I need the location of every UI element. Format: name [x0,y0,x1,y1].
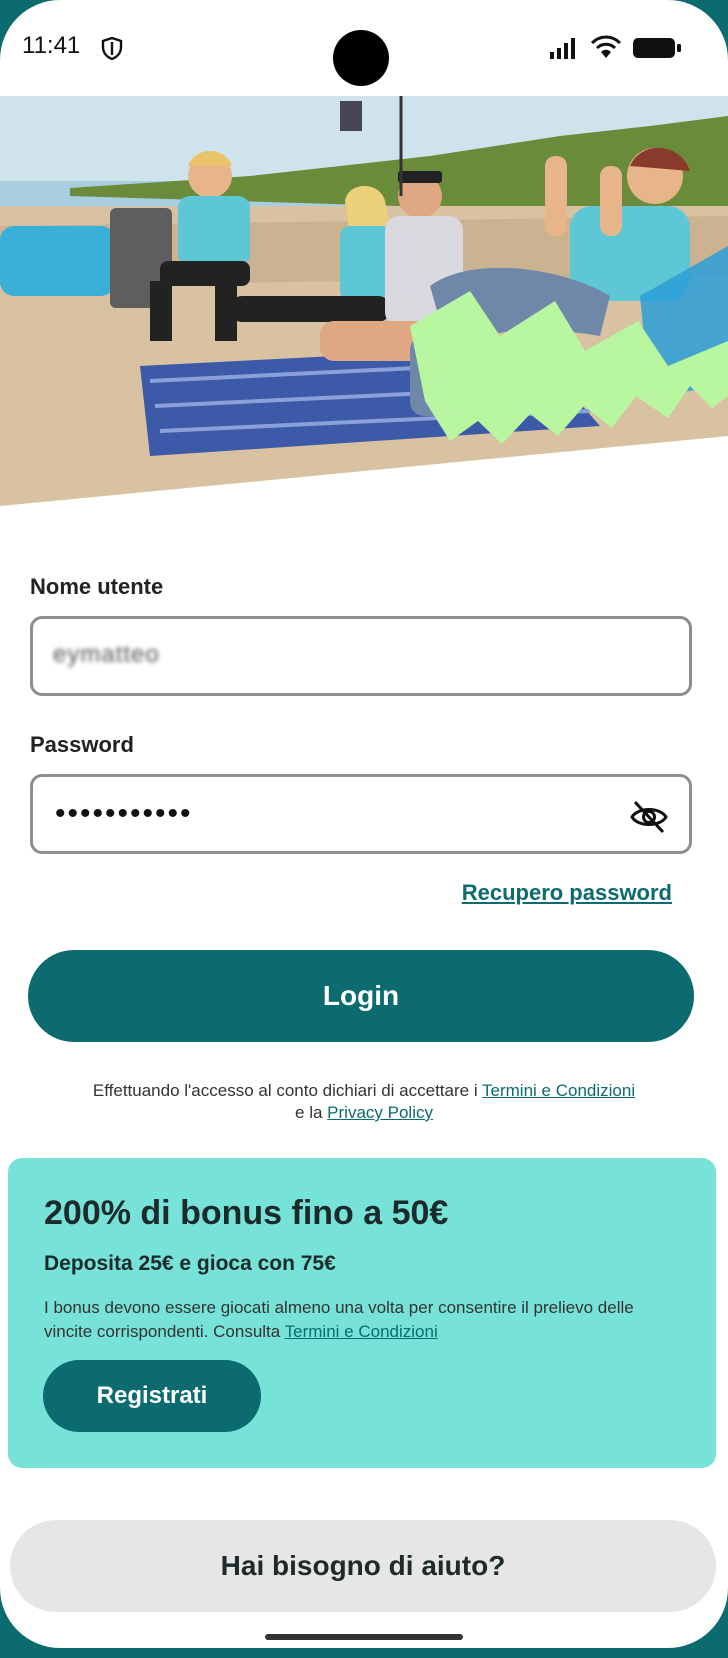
password-field[interactable]: ••••••••••• [30,774,692,854]
status-bar: 11:41 [0,0,728,96]
terms-prefix: Effettuando l'accesso al conto dichiari … [92,1081,478,1100]
bonus-description: I bonus devono essere giocati almeno una… [44,1296,684,1344]
shield-icon [101,36,123,60]
terms-link[interactable]: Termini e Condizioni [482,1081,635,1100]
terms-mid: e la [295,1103,323,1122]
signal-icon [550,38,575,59]
password-value: ••••••••••• [55,797,193,830]
register-button[interactable]: Registrati [43,1360,261,1432]
recover-password-link[interactable]: Recupero password [462,880,672,906]
bonus-terms-link[interactable]: Termini e Condizioni [285,1322,438,1341]
battery-icon [633,38,681,58]
username-field[interactable]: eymatteo [30,616,692,696]
bonus-card: 200% di bonus fino a 50€ Deposita 25€ e … [8,1158,716,1468]
privacy-policy-link[interactable]: Privacy Policy [327,1103,433,1122]
help-button[interactable]: Hai bisogno di aiuto? [10,1520,716,1612]
eye-slash-icon[interactable] [629,799,669,835]
hero-image [0,96,728,511]
bonus-subtitle: Deposita 25€ e gioca con 75€ [44,1252,336,1275]
home-indicator[interactable] [265,1634,463,1640]
terms-notice: Effettuando l'accesso al conto dichiari … [30,1080,698,1124]
front-camera [333,30,389,86]
wifi-icon [590,35,622,58]
bonus-title: 200% di bonus fino a 50€ [44,1194,449,1232]
phone-screen: 11:41 Nome utente eymatteo Password ••••… [0,0,728,1648]
username-value: eymatteo [53,641,160,668]
password-label: Password [30,732,134,757]
status-time: 11:41 [22,32,81,59]
login-button[interactable]: Login [28,950,694,1042]
username-label: Nome utente [30,574,164,599]
